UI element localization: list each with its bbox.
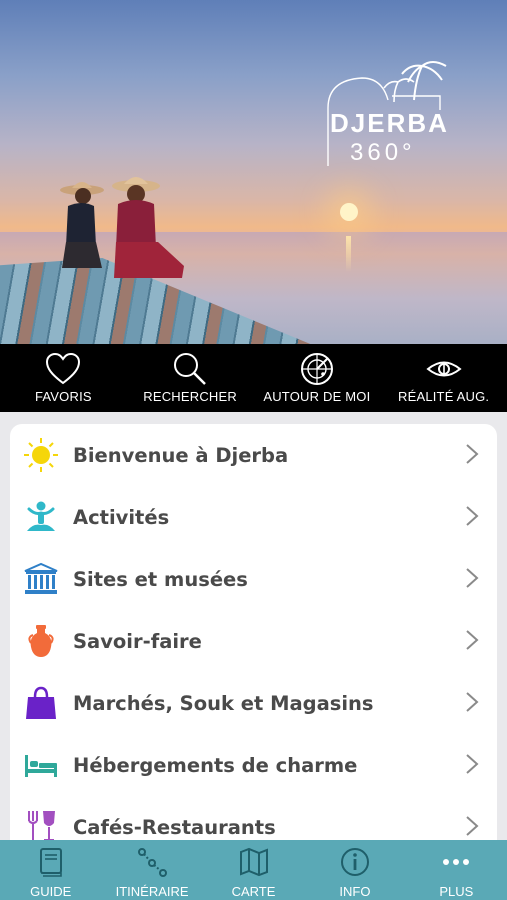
list-item-label: Activités [73,505,170,529]
amphora-icon [28,625,54,657]
chevron-right-icon [466,754,479,774]
logo-text-360: 360° [350,139,416,166]
chevron-right-icon [466,630,479,650]
chevron-right-icon [466,816,479,836]
favorites-label: FAVORIS [34,389,92,404]
list-item-label: Sites et musées [73,567,248,591]
info-icon [340,848,369,876]
tab-info[interactable]: INFO [304,840,405,900]
tab-label: GUIDE [30,884,72,899]
chevron-right-icon [466,568,479,588]
route-icon [138,848,168,877]
list-item-lodging[interactable]: Hébergements de charme [10,734,497,796]
tab-label: CARTE [231,884,276,899]
hero-image: DJERBA 360° [0,0,507,344]
museum-icon [24,562,58,594]
person-silhouette [112,177,184,278]
search-button[interactable]: RECHERCHER [127,344,254,412]
tab-more[interactable]: PLUS [406,840,507,900]
eye-icon [426,361,462,377]
list-item-activities[interactable]: Activités [10,486,497,548]
bed-icon [25,755,57,777]
list-item-label: Cafés-Restaurants [73,815,276,839]
tab-map[interactable]: CARTE [203,840,304,900]
list-item-welcome[interactable]: Bienvenue à Djerba [10,424,497,486]
favorites-button[interactable]: FAVORIS [0,344,127,412]
yoga-icon [27,501,55,531]
chevron-right-icon [466,506,479,526]
list-item-label: Hébergements de charme [73,753,358,777]
heart-icon [46,352,81,385]
sunset-sun [340,203,358,221]
shopping-bag-icon [26,686,56,719]
tab-guide[interactable]: GUIDE [0,840,101,900]
radar-icon [300,353,333,385]
map-icon [239,847,268,877]
around-me-label: AUTOUR DE MOI [263,389,371,404]
tab-label: INFO [339,884,371,899]
list-item-label: Marchés, Souk et Magasins [73,691,374,715]
logo-text-djerba: DJERBA [330,108,449,138]
quick-actions-bar: FAVORIS RECHERCHER AUTOUR DE MOI RÉALITÉ… [0,344,507,412]
chevron-right-icon [466,692,479,712]
bottom-tab-bar: GUIDE ITINÉRAIRE CARTE INFO PLUS [0,840,507,900]
tab-itinerary[interactable]: ITINÉRAIRE [101,840,202,900]
augmented-reality-button[interactable]: RÉALITÉ AUG. [380,344,507,412]
search-label: RECHERCHER [143,389,237,404]
sun-icon [24,438,58,472]
list-item-label: Bienvenue à Djerba [73,443,289,467]
list-item-label: Savoir-faire [73,629,202,653]
djerba-360-logo: DJERBA 360° [327,61,449,166]
chevron-right-icon [466,444,479,464]
list-item-sites-museums[interactable]: Sites et musées [10,548,497,610]
book-icon [39,848,62,877]
around-me-button[interactable]: AUTOUR DE MOI [254,344,381,412]
search-icon [174,353,207,385]
category-list: Bienvenue à Djerba Activités Sites et mu… [10,424,497,854]
tab-label: ITINÉRAIRE [115,884,189,899]
augmented-reality-label: RÉALITÉ AUG. [397,389,490,404]
more-dots-icon [443,859,470,865]
tab-label: PLUS [439,884,474,899]
list-item-markets[interactable]: Marchés, Souk et Magasins [10,672,497,734]
list-item-know-how[interactable]: Savoir-faire [10,610,497,672]
